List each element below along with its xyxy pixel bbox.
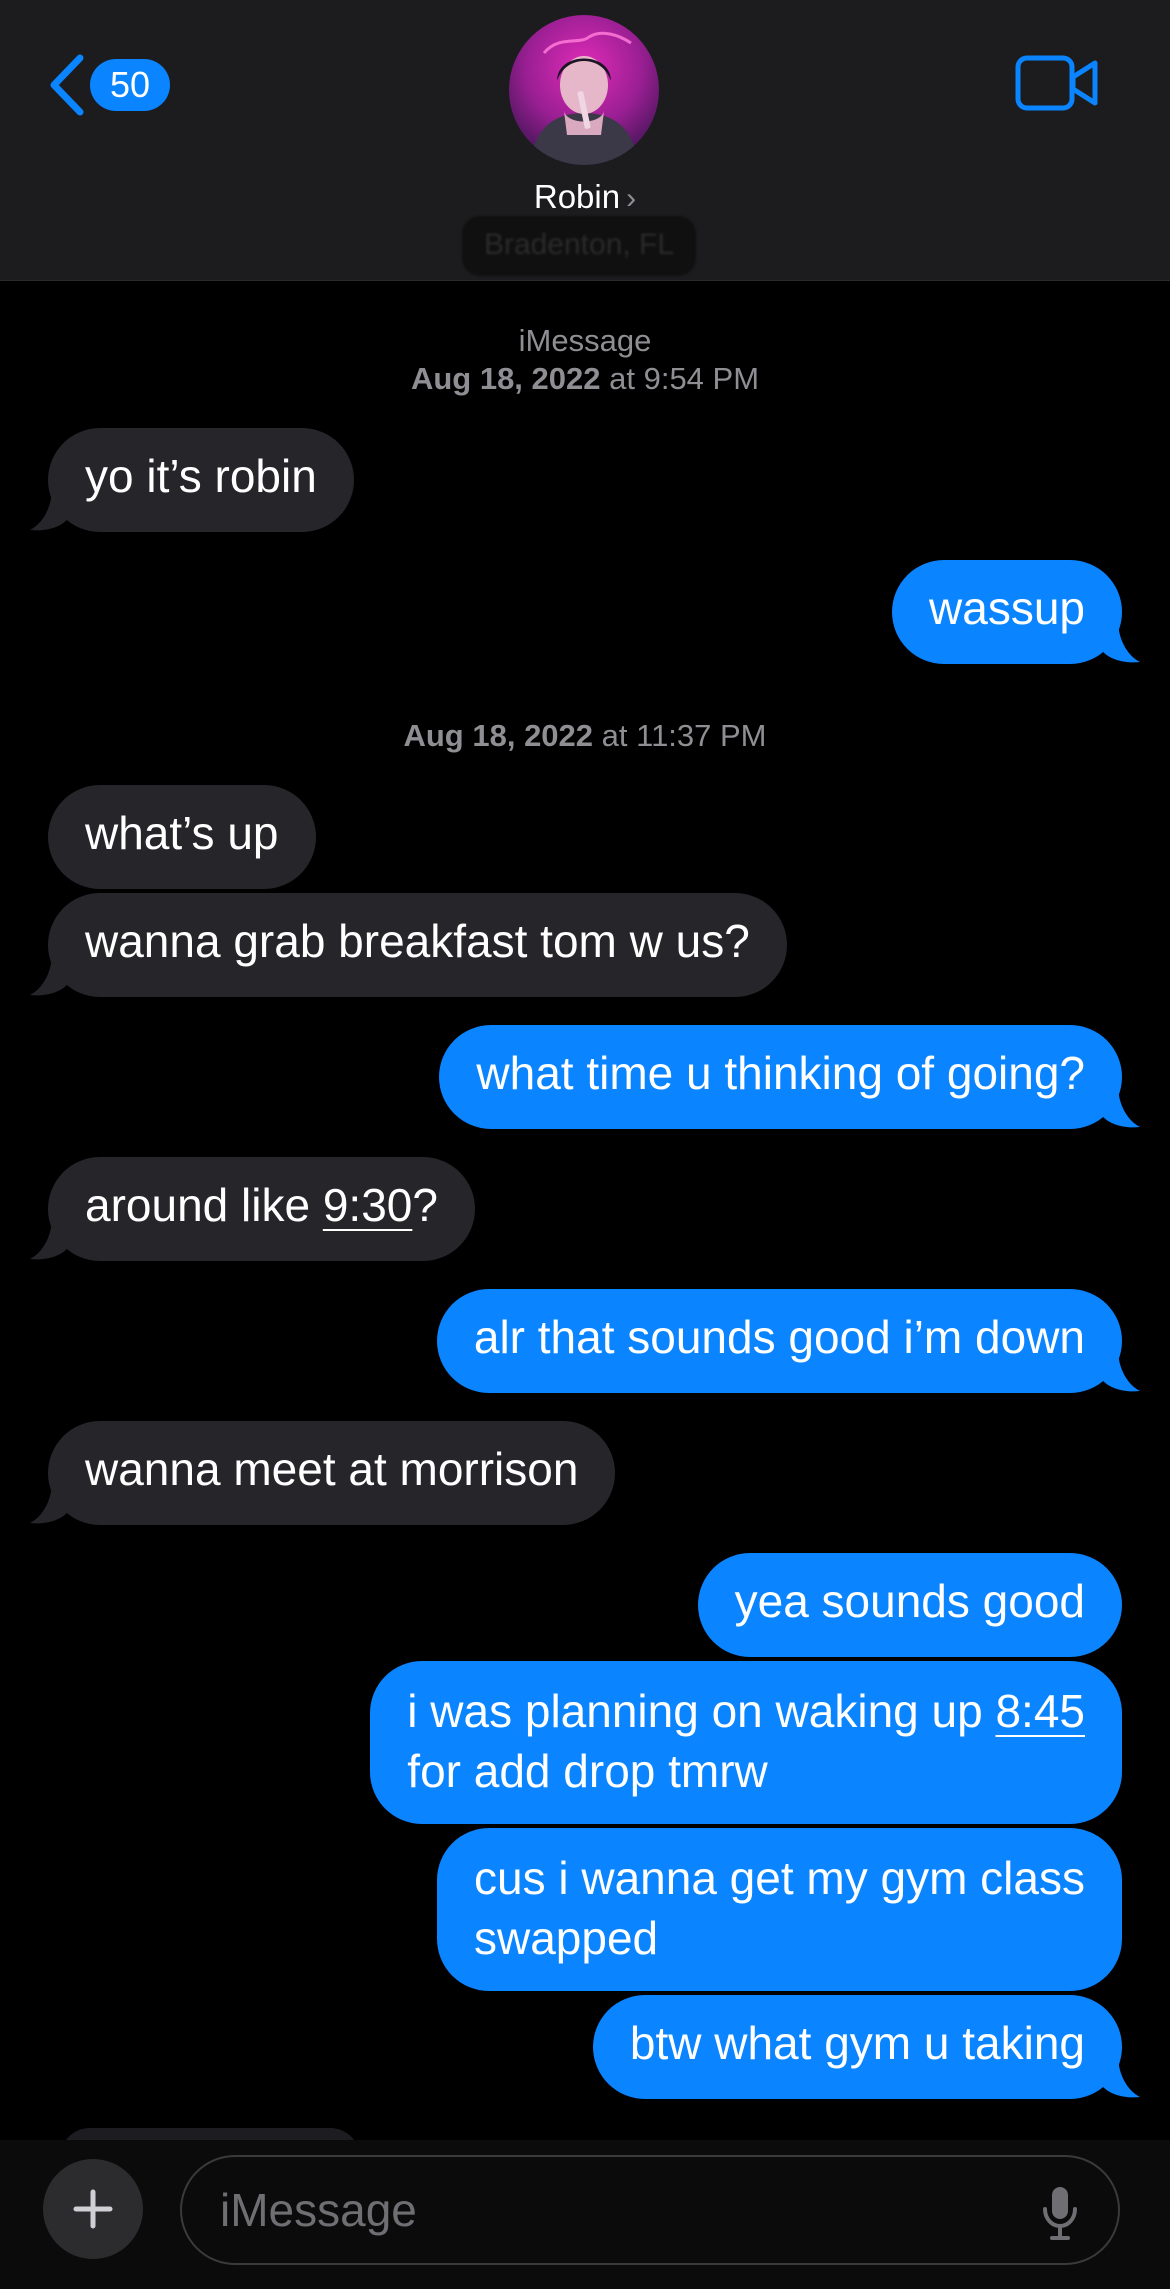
avatar[interactable]	[509, 15, 659, 165]
unread-count-badge: 50	[90, 59, 170, 111]
message-thread: iMessage Aug 18, 2022 at 9:54 PM yo it’s…	[0, 0, 1170, 2168]
message-input[interactable]: iMessage	[180, 2155, 1120, 2265]
contact-name[interactable]: Robin ›	[0, 178, 1170, 216]
message-bubble-sent[interactable]: alr that sounds good i’m down	[436, 1289, 1140, 1393]
bubble-tail	[1100, 1085, 1140, 1128]
bubble-tail	[30, 953, 70, 996]
conversation-header: 50 Robin › Bradenton, FL	[0, 0, 1170, 281]
message-bubble-sent[interactable]: btw what gym u taking	[592, 1995, 1140, 2099]
message-bubble-sent[interactable]: wassup	[892, 560, 1140, 664]
timestamp: Aug 18, 2022 at 11:37 PM	[403, 718, 767, 753]
message-bubble-sent[interactable]: what time u thinking of going?	[439, 1025, 1140, 1129]
message-bubble-received[interactable]: wanna grab breakfast tom w us?	[30, 893, 787, 997]
bubble-tail	[30, 1481, 70, 1524]
video-call-icon[interactable]	[1015, 52, 1099, 114]
bubble-tail	[30, 1217, 70, 1260]
bubble-tail	[1100, 2055, 1140, 2098]
timestamp: Aug 18, 2022 at 9:54 PM	[410, 361, 760, 396]
bubble-tail	[1100, 620, 1140, 663]
avatar-photo	[509, 15, 659, 165]
message-bubble-received[interactable]: yo it’s robin	[30, 428, 354, 532]
message-bubble-sent[interactable]: yea sounds good	[697, 1553, 1122, 1657]
message-bubble-sent[interactable]: cus i wanna get my gym class swapped	[436, 1828, 1122, 1991]
message-bubble-sent[interactable]: i was planning on waking up 8:45 for add…	[370, 1661, 1122, 1824]
time-link[interactable]: 9:30	[323, 1179, 413, 1231]
message-bubble-received[interactable]: what’s up	[48, 785, 316, 889]
service-label: iMessage	[518, 323, 652, 358]
time-link[interactable]: 8:45	[995, 1685, 1085, 1737]
contact-subtitle-redacted: Bradenton, FL	[462, 216, 696, 276]
bubble-tail	[1100, 1349, 1140, 1392]
message-composer: iMessage	[0, 2140, 1170, 2289]
bubble-tail	[30, 488, 70, 531]
plus-icon	[73, 2189, 113, 2229]
message-bubble-received[interactable]: wanna meet at morrison	[30, 1421, 616, 1525]
message-bubble-received[interactable]: around like 9:30?	[30, 1157, 475, 1261]
chevron-left-icon	[50, 54, 84, 116]
chevron-right-icon: ›	[626, 182, 637, 215]
apps-plus-button[interactable]	[43, 2159, 143, 2259]
microphone-icon[interactable]	[1040, 2185, 1080, 2241]
back-button[interactable]: 50	[44, 50, 170, 120]
message-input-placeholder: iMessage	[220, 2184, 417, 2236]
